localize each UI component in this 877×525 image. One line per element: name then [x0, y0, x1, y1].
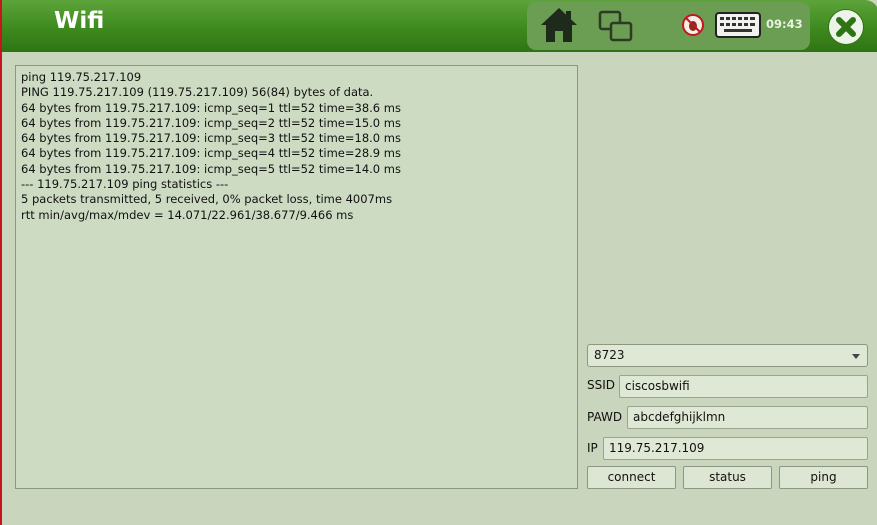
console-line: ping 119.75.217.109: [21, 70, 142, 84]
console-line: 5 packets transmitted, 5 received, 0% pa…: [21, 192, 393, 207]
console-line: 64 bytes from 119.75.217.109: icmp_seq=4…: [21, 146, 401, 161]
ping-output-console[interactable]: ping 119.75.217.109 PING 119.75.217.109 …: [15, 65, 578, 489]
bug-icon[interactable]: [681, 13, 705, 37]
ip-input[interactable]: 119.75.217.109: [603, 437, 868, 460]
pawd-label: PAWD: [587, 410, 623, 424]
chevron-down-icon: [852, 354, 860, 359]
console-line: 64 bytes from 119.75.217.109: icmp_seq=5…: [21, 161, 401, 176]
console-line: 64 bytes from 119.75.217.109: icmp_seq=2…: [21, 115, 401, 130]
network-select[interactable]: 8723: [587, 344, 868, 367]
app-title: Wifi: [54, 8, 105, 34]
console-line: PING 119.75.217.109 (119.75.217.109) 56(…: [21, 85, 374, 100]
keyboard-icon[interactable]: [715, 12, 761, 38]
console-line: 64 bytes from 119.75.217.109: icmp_seq=3…: [21, 131, 401, 146]
home-icon[interactable]: [539, 6, 579, 44]
network-select-value: 8723: [594, 348, 625, 362]
console-line: --- 119.75.217.109 ping statistics ---: [21, 177, 229, 192]
console-line: rtt min/avg/max/mdev = 14.071/22.961/38.…: [21, 207, 354, 222]
ssid-label: SSID: [587, 378, 616, 392]
status-button[interactable]: status: [683, 466, 772, 489]
ssid-input[interactable]: ciscosbwifi: [619, 375, 868, 398]
ip-label: IP: [587, 441, 598, 455]
close-icon[interactable]: [827, 8, 865, 46]
password-input[interactable]: abcdefghijklmn: [627, 406, 868, 429]
console-line: 64 bytes from 119.75.217.109: icmp_seq=1…: [21, 100, 401, 115]
clock-time: 09:43: [766, 17, 803, 31]
connect-button[interactable]: connect: [587, 466, 676, 489]
windows-icon[interactable]: [598, 10, 634, 43]
ping-button[interactable]: ping: [779, 466, 868, 489]
